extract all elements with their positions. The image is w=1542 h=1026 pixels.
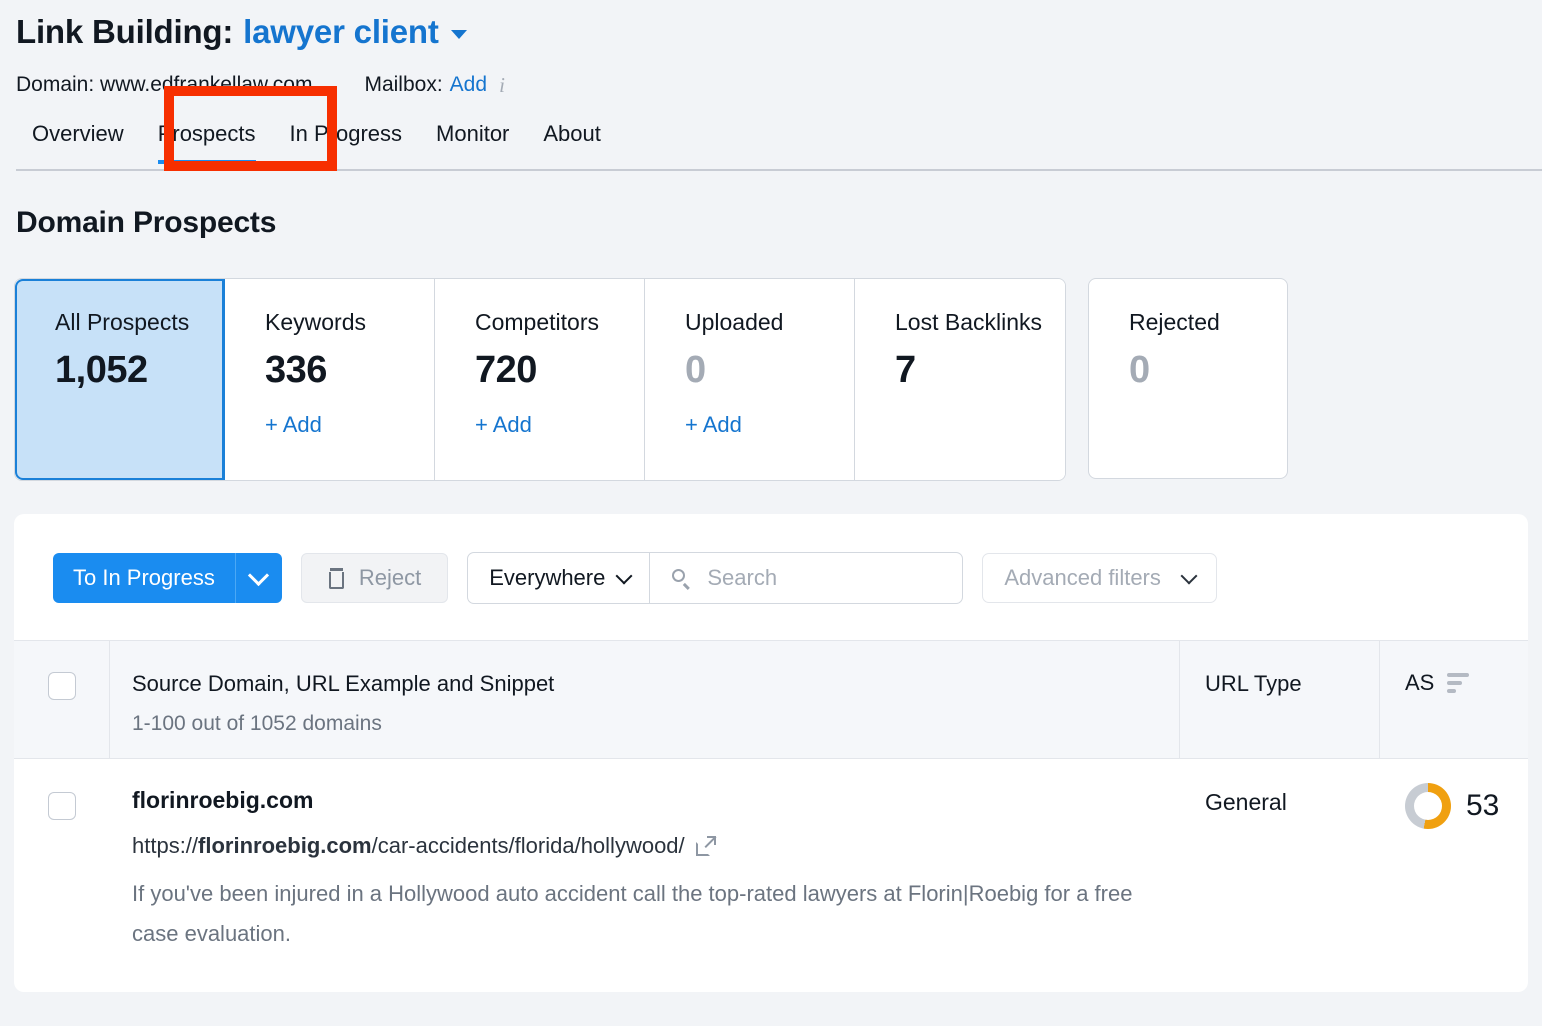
- select-all-checkbox[interactable]: [48, 672, 76, 700]
- table-toolbar: To In Progress Reject Everywhere: [14, 514, 1528, 604]
- trash-icon: [328, 568, 345, 589]
- chevron-down-icon: [616, 567, 633, 584]
- tab-prospects[interactable]: Prospects: [141, 116, 273, 164]
- stat-card-label: Keywords: [265, 307, 434, 337]
- search-field[interactable]: [650, 553, 962, 603]
- tab-prospects-label: Prospects: [158, 121, 256, 146]
- page-title: Link Building: lawyer client: [16, 10, 1542, 54]
- row-url-host: florinroebig.com: [198, 833, 372, 858]
- stat-card-uploaded[interactable]: Uploaded 0 + Add: [645, 279, 855, 480]
- tab-in-progress-label: In Progress: [290, 121, 403, 146]
- info-icon[interactable]: i: [494, 74, 510, 96]
- stat-card-rejected[interactable]: Rejected 0: [1088, 278, 1288, 479]
- sort-icon[interactable]: [1447, 673, 1469, 693]
- column-header-as: AS: [1405, 670, 1434, 696]
- to-in-progress-label: To In Progress: [73, 565, 215, 591]
- stat-card-add-link[interactable]: + Add: [265, 411, 434, 439]
- stat-card-keywords[interactable]: Keywords 336 + Add: [225, 279, 435, 480]
- to-in-progress-dropdown-toggle[interactable]: [235, 553, 282, 603]
- stat-card-value: 0: [1129, 345, 1287, 395]
- scope-select-label: Everywhere: [489, 565, 605, 591]
- stat-card-value: 0: [685, 345, 854, 395]
- to-in-progress-split-button[interactable]: To In Progress: [53, 553, 282, 603]
- tabs-divider: [16, 169, 1542, 171]
- row-as-cell: 53: [1380, 759, 1528, 959]
- project-meta: Domain: www.edfrankellaw.com Mailbox: Ad…: [16, 72, 1542, 98]
- row-source-domain[interactable]: florinroebig.com: [132, 785, 1180, 815]
- stat-card-competitors[interactable]: Competitors 720 + Add: [435, 279, 645, 480]
- tab-overview[interactable]: Overview: [32, 116, 141, 164]
- mailbox-add-link[interactable]: Add: [450, 72, 487, 98]
- table-header-as-cell: AS: [1380, 641, 1528, 758]
- chevron-down-icon: [248, 565, 269, 586]
- advanced-filters-dropdown[interactable]: Advanced filters: [982, 553, 1217, 603]
- stat-card-label: Lost Backlinks: [895, 307, 1065, 337]
- tab-overview-label: Overview: [32, 121, 124, 146]
- authority-score-value: 53: [1466, 787, 1499, 825]
- row-url-text[interactable]: https://florinroebig.com/car-accidents/f…: [132, 832, 685, 860]
- stat-card-add-link[interactable]: + Add: [685, 411, 854, 439]
- stat-card-lost-backlinks[interactable]: Lost Backlinks 7: [855, 279, 1065, 480]
- prospects-table: Source Domain, URL Example and Snippet 1…: [14, 640, 1528, 959]
- column-header-source-domain: Source Domain, URL Example and Snippet: [132, 670, 1179, 698]
- stat-cards-row: All Prospects 1,052 Keywords 336 + Add C…: [14, 278, 1542, 481]
- to-in-progress-button[interactable]: To In Progress: [53, 553, 235, 603]
- tabs-list: Overview Prospects In Progress Monitor A…: [16, 116, 1542, 164]
- search-icon: [672, 569, 691, 588]
- row-url-type-cell: General: [1180, 759, 1380, 959]
- page-header: Link Building: lawyer client Domain: www…: [0, 0, 1542, 171]
- column-header-url-type: URL Type: [1205, 670, 1379, 698]
- stat-card-value: 1,052: [55, 345, 224, 395]
- row-url-type: General: [1205, 787, 1380, 817]
- tab-in-progress[interactable]: In Progress: [273, 116, 420, 164]
- external-link-icon[interactable]: [696, 836, 716, 856]
- row-snippet: If you've been injured in a Hollywood au…: [132, 874, 1162, 954]
- row-main-cell: florinroebig.com https://florinroebig.co…: [110, 759, 1180, 959]
- stat-card-label: All Prospects: [55, 307, 224, 337]
- section-title: Domain Prospects: [16, 206, 1542, 240]
- mailbox-label: Mailbox:: [364, 72, 442, 98]
- row-url-path: /car-accidents/florida/hollywood/: [372, 833, 685, 858]
- stat-card-add-link[interactable]: + Add: [475, 411, 644, 439]
- project-name-link[interactable]: lawyer client: [243, 10, 439, 54]
- stat-card-value: 336: [265, 345, 434, 395]
- chevron-down-icon[interactable]: [451, 30, 467, 39]
- chevron-down-icon: [1180, 567, 1197, 584]
- table-header-row: Source Domain, URL Example and Snippet 1…: [14, 641, 1528, 759]
- search-group: Everywhere: [467, 552, 963, 604]
- row-url: https://florinroebig.com/car-accidents/f…: [132, 832, 1180, 860]
- scope-select[interactable]: Everywhere: [468, 553, 650, 603]
- stat-card-value: 7: [895, 345, 1065, 395]
- tabs-bar: Overview Prospects In Progress Monitor A…: [16, 116, 1542, 171]
- row-select-checkbox[interactable]: [48, 792, 76, 820]
- tab-monitor[interactable]: Monitor: [419, 116, 526, 164]
- results-count-label: 1-100 out of 1052 domains: [132, 711, 1179, 737]
- table-header-main-cell: Source Domain, URL Example and Snippet 1…: [110, 641, 1180, 758]
- row-url-scheme: https://: [132, 833, 198, 858]
- stat-card-label: Uploaded: [685, 307, 854, 337]
- search-input[interactable]: [705, 564, 940, 592]
- prospects-panel: To In Progress Reject Everywhere: [14, 514, 1528, 992]
- table-header-url-type-cell: URL Type: [1180, 641, 1380, 758]
- mailbox-group: Mailbox: Add i: [364, 72, 510, 98]
- table-row: florinroebig.com https://florinroebig.co…: [14, 759, 1528, 959]
- tab-monitor-label: Monitor: [436, 121, 509, 146]
- row-checkbox-cell: [14, 759, 110, 959]
- reject-label: Reject: [359, 565, 421, 591]
- stat-card-group: All Prospects 1,052 Keywords 336 + Add C…: [14, 278, 1066, 481]
- authority-score-donut: [1405, 783, 1451, 829]
- domain-label: Domain: www.edfrankellaw.com: [16, 72, 312, 98]
- tab-about-label: About: [543, 121, 601, 146]
- stat-card-value: 720: [475, 345, 644, 395]
- stat-card-label: Rejected: [1129, 307, 1287, 337]
- table-header-checkbox-cell: [14, 641, 110, 758]
- tab-about[interactable]: About: [526, 116, 618, 164]
- page-title-static: Link Building:: [16, 10, 233, 54]
- stat-card-label: Competitors: [475, 307, 644, 337]
- stat-card-all-prospects[interactable]: All Prospects 1,052: [15, 279, 225, 480]
- reject-button[interactable]: Reject: [301, 553, 448, 603]
- advanced-filters-label: Advanced filters: [1004, 565, 1161, 591]
